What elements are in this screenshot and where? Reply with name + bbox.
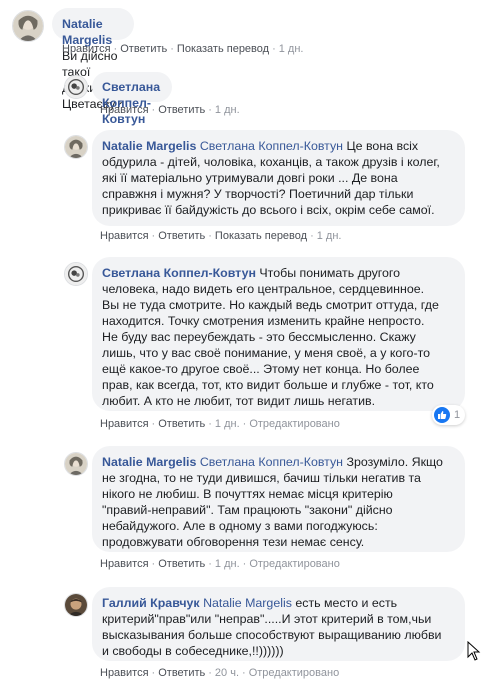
comment-author[interactable]: Natalie Margelis: [102, 455, 196, 469]
avatar[interactable]: [12, 10, 44, 42]
comment-bubble: Natalie Margelis Ви дійсно такої думки п…: [52, 8, 135, 111]
reply-link[interactable]: Ответить: [158, 230, 205, 242]
timestamp[interactable]: 1 дн.: [317, 230, 342, 242]
mention-link[interactable]: Natalie Margelis: [203, 596, 292, 610]
comment-actions: Нравится · Ответить · 1 дн.: [100, 104, 240, 116]
comment-bubble: Natalie Margelis Светлана Коппел-Ковтун …: [92, 130, 465, 226]
timestamp[interactable]: 1 дн.: [215, 558, 240, 570]
comment-text-line: небайдужого. Але в одному з вами погоджу…: [102, 519, 378, 533]
edited-label[interactable]: Отредактировано: [249, 558, 340, 570]
mention-link[interactable]: Светлана Коппел-Ковтун: [200, 139, 343, 153]
like-link[interactable]: Нравится: [100, 230, 149, 242]
comment-bubble: Natalie Margelis Светлана Коппел-Ковтун …: [92, 446, 465, 552]
comment-text-line: находится. Точку смотрения изменить край…: [102, 314, 425, 328]
comment-text-line: любит. А кто не любит, тот видит лишь не…: [102, 394, 376, 408]
reaction-count-text: 1: [454, 409, 461, 421]
reply-link[interactable]: Ответить: [158, 104, 205, 116]
like-link[interactable]: Нравится: [100, 104, 149, 116]
comment-text-line: Не буду вас переубеждать - это бессмысле…: [102, 330, 416, 344]
comment-text-line: прав, как всегда, тот, кто видит больше …: [102, 378, 434, 392]
comment-actions: Нравится · Ответить · 1 дн. · Отредактировано: [100, 418, 340, 430]
comment-text-line: Це вона всіх: [346, 139, 419, 153]
comment-text-line: человека, надо видеть его центральное, с…: [102, 282, 425, 296]
comment-text-line: не згодна, то не туди дивишся, бачиш тіл…: [102, 471, 421, 485]
comment-author[interactable]: Светлана Коппел-Ковтун: [102, 80, 160, 126]
like-link[interactable]: Нравится: [62, 43, 111, 55]
comment-text-line: лишь, что у вас своё понимание, у меня с…: [102, 346, 431, 360]
comment-text-line: прикриває її байдужість до всього і всіх…: [102, 203, 435, 217]
comment-text-line: обдурила - дітей, чоловіка, коханців, а …: [102, 155, 440, 169]
avatar[interactable]: [64, 135, 88, 159]
comment-author[interactable]: Светлана Коппел-Ковтун: [102, 266, 256, 280]
edited-label[interactable]: Отредактировано: [249, 418, 340, 430]
reply-link[interactable]: Ответить: [158, 558, 205, 570]
timestamp[interactable]: 1 дн.: [279, 43, 304, 55]
comment-text-line: Чтобы понимать другого: [259, 266, 401, 280]
comment-actions: Нравится · Ответить · Показать перевод · 1 дн.: [62, 43, 304, 55]
comment-text-line: які її матеріально утримували довгі роки…: [102, 171, 398, 185]
comment-text-line: продовжувати обговорення тези немає сенс…: [102, 535, 365, 549]
comment-bubble: Галлий Кравчук Natalie Margelis есть мес…: [92, 587, 465, 661]
like-link[interactable]: Нравится: [100, 667, 149, 679]
avatar[interactable]: [64, 452, 88, 476]
reply-link[interactable]: Ответить: [158, 418, 205, 430]
see-translation-link[interactable]: Показать перевод: [215, 230, 307, 242]
comment-text-line: ещё какое-то другое своё... Этому нет ко…: [102, 362, 420, 376]
comment-text-line: критерий"прав"или "неправ".....И этот кр…: [102, 612, 432, 626]
comment-text-line: нікого не любиш. В почуттях немає місця …: [102, 487, 393, 501]
comment-text-line: Зрозуміло. Якщо: [346, 455, 443, 469]
comment-bubble: Светлана Коппел-Ковтун Чтобы понимать др…: [92, 257, 465, 411]
like-link[interactable]: Нравится: [100, 418, 149, 430]
like-reaction-icon: [434, 407, 450, 423]
comment-author[interactable]: Галлий Кравчук: [102, 596, 200, 610]
avatar[interactable]: [64, 593, 88, 617]
reply-link[interactable]: Ответить: [158, 667, 205, 679]
comment-actions: Нравится · Ответить · Показать перевод · 1 дн.: [100, 230, 342, 242]
mention-link[interactable]: Светлана Коппел-Ковтун: [200, 455, 343, 469]
comment-author[interactable]: Natalie Margelis: [102, 139, 196, 153]
comment-actions: Нравится · Ответить · 20 ч. · Отредактировано: [100, 667, 340, 679]
comment-text-line: "правий-неправий". Там працюють "закони"…: [102, 503, 393, 517]
like-link[interactable]: Нравится: [100, 558, 149, 570]
avatar[interactable]: [64, 75, 88, 99]
comment-text-line: есть место и есть: [295, 596, 398, 610]
timestamp[interactable]: 20 ч.: [215, 667, 239, 679]
reaction-count[interactable]: 1: [432, 405, 466, 425]
comment-text-line: и свободы в собеседнике,!!)))))): [102, 644, 284, 658]
see-translation-link[interactable]: Показать перевод: [177, 43, 269, 55]
reply-link[interactable]: Ответить: [120, 43, 167, 55]
timestamp[interactable]: 1 дн.: [215, 418, 240, 430]
avatar[interactable]: [64, 262, 88, 286]
edited-label[interactable]: Отредактировано: [249, 667, 340, 679]
comment-text-line: высказывания больше способствуют выращив…: [102, 628, 442, 642]
comment-text-line: Вы не туда смотрите. Но каждый ведь смот…: [102, 298, 439, 312]
comment-bubble: Светлана Коппел-Ковтун да: [92, 72, 173, 142]
mouse-cursor-icon: [467, 640, 481, 664]
timestamp[interactable]: 1 дн.: [215, 104, 240, 116]
comment-actions: Нравится · Ответить · 1 дн. · Отредактировано: [100, 558, 340, 570]
comment-text-line: справжня і мужня? У творчості? Поетичний…: [102, 187, 414, 201]
